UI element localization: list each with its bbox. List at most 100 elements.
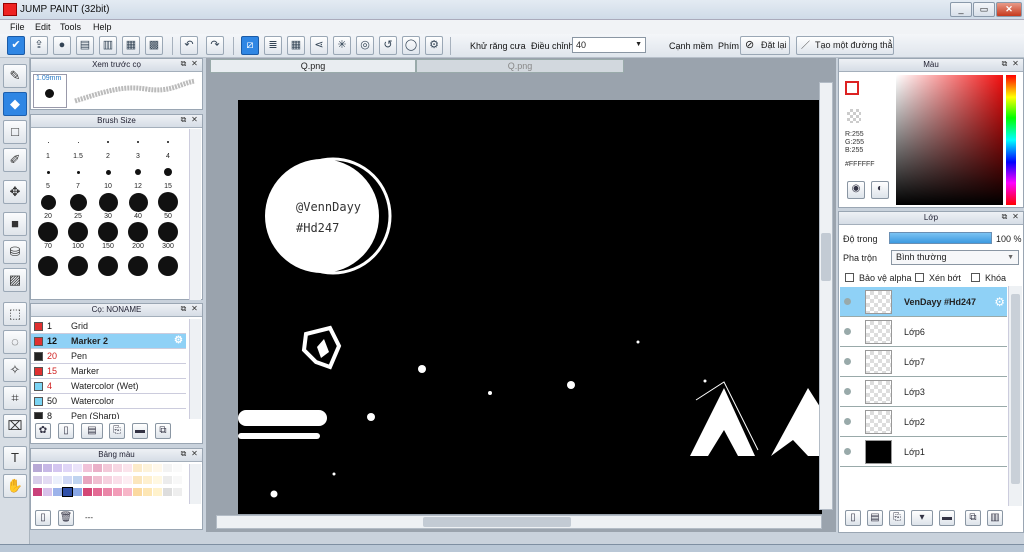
layers-scrollbar[interactable] xyxy=(1008,286,1022,506)
adjust-select[interactable]: 40 ▼ xyxy=(572,37,646,53)
palette-swatch[interactable] xyxy=(63,476,72,484)
copy-brush-icon[interactable]: ⎘ xyxy=(109,423,125,439)
palette-swatch[interactable] xyxy=(103,464,112,472)
hand-tool-icon[interactable]: ✋ xyxy=(3,474,27,498)
bucket-tool-icon[interactable]: ⛁ xyxy=(3,240,27,264)
brush-size-cell[interactable]: 30 xyxy=(93,191,123,221)
palette-swatch[interactable] xyxy=(133,488,142,496)
layer-row[interactable]: Lớp7 xyxy=(840,347,1007,377)
lasso-tool-icon[interactable]: ◌ xyxy=(3,330,27,354)
visibility-icon[interactable] xyxy=(844,328,851,335)
float-icon[interactable]: ⧉ xyxy=(179,305,188,314)
visibility-icon[interactable] xyxy=(844,418,851,425)
brush-size-cell[interactable]: 1.5 xyxy=(63,131,93,161)
close-button[interactable]: ✕ xyxy=(996,2,1022,17)
palette-swatch[interactable] xyxy=(73,464,82,472)
delete-palette-icon[interactable]: 🗑 xyxy=(58,510,74,526)
palette-swatch[interactable] xyxy=(123,464,132,472)
menu-edit[interactable]: Edit xyxy=(35,22,51,32)
palette-swatch[interactable] xyxy=(113,476,122,484)
palette-swatch[interactable] xyxy=(33,476,42,484)
color-settings-icon[interactable]: ◐ xyxy=(871,181,889,199)
brush-size-cell[interactable]: 7 xyxy=(63,161,93,191)
palette-swatch[interactable] xyxy=(63,464,72,472)
brush-size-cell[interactable]: 1 xyxy=(33,131,63,161)
vertical-scroll-thumb[interactable] xyxy=(821,233,831,281)
hue-slider[interactable] xyxy=(1006,75,1016,205)
lock-checkbox[interactable] xyxy=(971,273,980,282)
brush-size-cell[interactable]: 25 xyxy=(63,191,93,221)
palette-scrollbar[interactable] xyxy=(189,464,201,504)
palette-swatch[interactable] xyxy=(73,476,82,484)
close-icon[interactable]: ✕ xyxy=(1011,60,1020,69)
brush-size-cell[interactable]: 2 xyxy=(93,131,123,161)
layer-menu-icon[interactable]: ▾ xyxy=(911,510,933,526)
layer-row[interactable]: Lớp1 xyxy=(840,437,1007,467)
radial-icon[interactable]: ✳ xyxy=(333,36,351,55)
visibility-icon[interactable] xyxy=(844,448,851,455)
brush-size-cell[interactable]: 12 xyxy=(123,161,153,191)
palette-swatch[interactable] xyxy=(133,476,142,484)
close-icon[interactable]: ✕ xyxy=(190,60,199,69)
grid-icon[interactable]: ▩ xyxy=(145,36,163,55)
brush-size-cell[interactable]: 150 xyxy=(93,221,123,251)
gear-icon[interactable]: ⚙ xyxy=(994,295,1005,309)
blend-mode-select[interactable]: Bình thường ▼ xyxy=(891,250,1019,265)
palette-swatch[interactable] xyxy=(173,464,182,472)
palette-swatch[interactable] xyxy=(103,476,112,484)
brush-size-cell[interactable]: 10 xyxy=(93,161,123,191)
layer-row[interactable]: Lớp2 xyxy=(840,407,1007,437)
magic-wand-tool-icon[interactable]: ✧ xyxy=(3,358,27,382)
transparent-color-swatch[interactable] xyxy=(847,109,861,123)
palette-swatch[interactable] xyxy=(53,488,62,496)
palette-swatch[interactable] xyxy=(53,464,62,472)
close-icon[interactable]: ✕ xyxy=(190,305,199,314)
palette-swatch[interactable] xyxy=(123,488,132,496)
palette-swatch[interactable] xyxy=(163,476,172,484)
palette-swatch[interactable] xyxy=(113,488,122,496)
minimize-button[interactable]: _ xyxy=(950,2,972,17)
palette-swatch[interactable] xyxy=(73,488,82,496)
layer-row[interactable]: VenDayy #Hd247 ⚙ xyxy=(840,287,1007,317)
brush-size-cell[interactable]: 15 xyxy=(153,161,183,191)
document-icon[interactable]: ▥ xyxy=(99,36,117,55)
artwork-canvas[interactable]: @VennDayy #Hd247 xyxy=(238,100,822,514)
brush-list-item[interactable]: 1 Grid xyxy=(31,319,186,334)
palette-swatch[interactable] xyxy=(173,476,182,484)
merge-layer-icon[interactable]: ⧉ xyxy=(965,510,981,526)
palette-swatch[interactable] xyxy=(103,488,112,496)
palette-swatch[interactable] xyxy=(83,476,92,484)
text-tool-icon[interactable]: T xyxy=(3,446,27,470)
menu-tools[interactable]: Tools xyxy=(60,22,81,32)
close-icon[interactable]: ✕ xyxy=(190,450,199,459)
brush-list-item[interactable]: 50 Watercolor xyxy=(31,394,186,409)
eraser-tool-icon[interactable]: ◆ xyxy=(3,92,27,116)
redo-icon[interactable]: ↷ xyxy=(206,36,224,55)
opacity-slider[interactable] xyxy=(889,232,992,244)
brush-size-cell[interactable]: 50 xyxy=(153,191,183,221)
reset-button[interactable]: ⊘ Đặt lại xyxy=(740,36,790,55)
rectangle-tool-icon[interactable]: □ xyxy=(3,120,27,144)
brush-size-cell[interactable]: 200 xyxy=(123,221,153,251)
visibility-icon[interactable] xyxy=(844,358,851,365)
palette-swatch[interactable] xyxy=(43,464,52,472)
menu-file[interactable]: File xyxy=(10,22,25,32)
share-icon[interactable]: ⇪ xyxy=(30,36,48,55)
float-icon[interactable]: ⧉ xyxy=(1000,213,1009,222)
palette-swatch[interactable] xyxy=(83,488,92,496)
brush-tool-icon[interactable]: ✎ xyxy=(3,64,27,88)
brush-folder-icon[interactable]: ▬ xyxy=(132,423,148,439)
foreground-color-swatch[interactable] xyxy=(845,81,859,95)
move-tool-icon[interactable]: ✥ xyxy=(3,180,27,204)
brush-size-cell[interactable] xyxy=(63,251,93,281)
palette-swatch[interactable] xyxy=(113,464,122,472)
palette-swatch[interactable] xyxy=(173,488,182,496)
menu-help[interactable]: Help xyxy=(93,22,112,32)
palette-swatch[interactable] xyxy=(163,464,172,472)
palette-swatch[interactable] xyxy=(123,476,132,484)
close-icon[interactable]: ✕ xyxy=(1011,213,1020,222)
brush-list-item[interactable]: 4 Watercolor (Wet) xyxy=(31,379,186,394)
snap-off-icon[interactable]: ⧄ xyxy=(241,36,259,55)
brush-menu-icon[interactable]: ▤ xyxy=(81,423,103,439)
layers-scroll-thumb[interactable] xyxy=(1011,294,1020,484)
